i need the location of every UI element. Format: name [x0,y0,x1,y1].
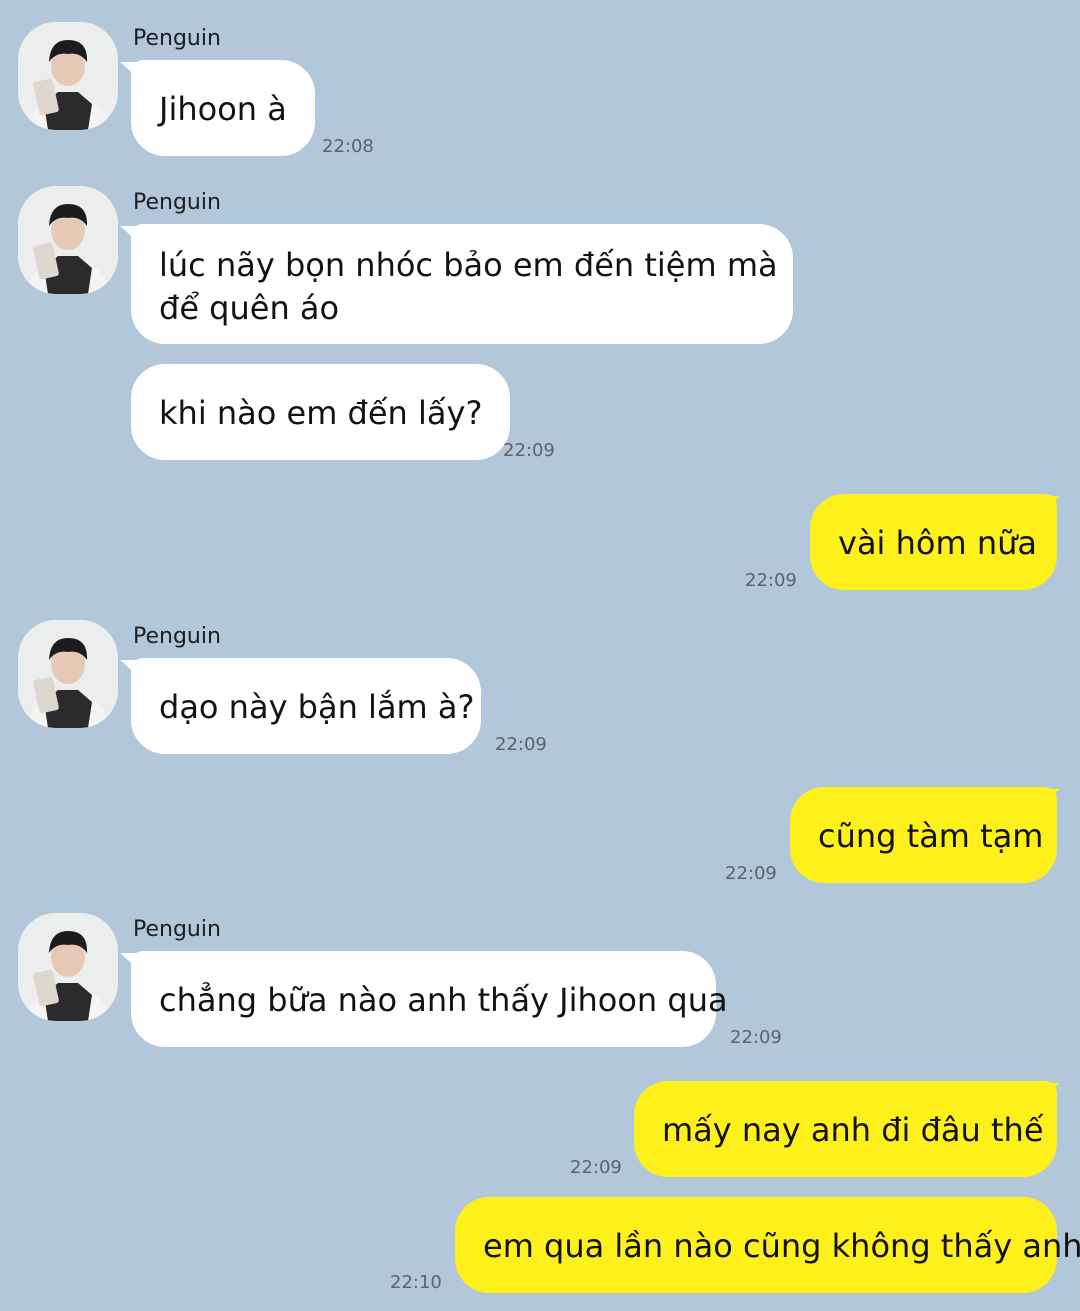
message-bubble[interactable]: lúc nãy bọn nhóc bảo em đến tiệm mà để q… [131,224,793,344]
avatar[interactable] [18,186,118,294]
message-time: 22:09 [745,570,797,591]
message-text: cũng tàm tạm [818,817,1044,855]
sender-name: Penguin [133,917,221,942]
avatar[interactable] [18,620,118,728]
message-bubble[interactable]: khi nào em đến lấy? [131,364,511,460]
message-text: vài hôm nữa [838,524,1037,562]
sender-name: Penguin [133,26,221,51]
message-bubble[interactable]: vài hôm nữa [810,494,1057,590]
message-bubble[interactable]: Jihoon à [131,60,315,156]
message-time: 22:09 [570,1157,622,1178]
message-bubble[interactable]: cũng tàm tạm [790,787,1057,883]
message-time: 22:09 [730,1027,782,1048]
avatar[interactable] [18,22,118,130]
message-time: 22:09 [503,440,555,461]
sender-name: Penguin [133,624,221,649]
message-time: 22:08 [322,136,374,157]
message-text: em qua lần nào cũng không thấy anh [483,1227,1080,1265]
message-bubble[interactable]: chẳng bữa nào anh thấy Jihoon qua [131,951,728,1047]
message-text: khi nào em đến lấy? [159,394,483,432]
message-text: để quên áo [159,289,340,327]
message-bubble[interactable]: em qua lần nào cũng không thấy anh [455,1197,1080,1293]
avatar[interactable] [18,913,118,1021]
message-text: dạo này bận lắm à? [159,688,475,726]
message-bubble[interactable]: dạo này bận lắm à? [131,658,481,754]
message-bubble[interactable]: mấy nay anh đi đâu thế [634,1081,1057,1177]
message-time: 22:10 [390,1272,442,1293]
message-time: 22:09 [495,734,547,755]
message-text: chẳng bữa nào anh thấy Jihoon qua [159,981,728,1019]
message-text: lúc nãy bọn nhóc bảo em đến tiệm mà [159,246,778,284]
sender-name: Penguin [133,190,221,215]
message-time: 22:09 [725,863,777,884]
message-text: mấy nay anh đi đâu thế [662,1111,1044,1149]
message-text: Jihoon à [159,90,287,128]
